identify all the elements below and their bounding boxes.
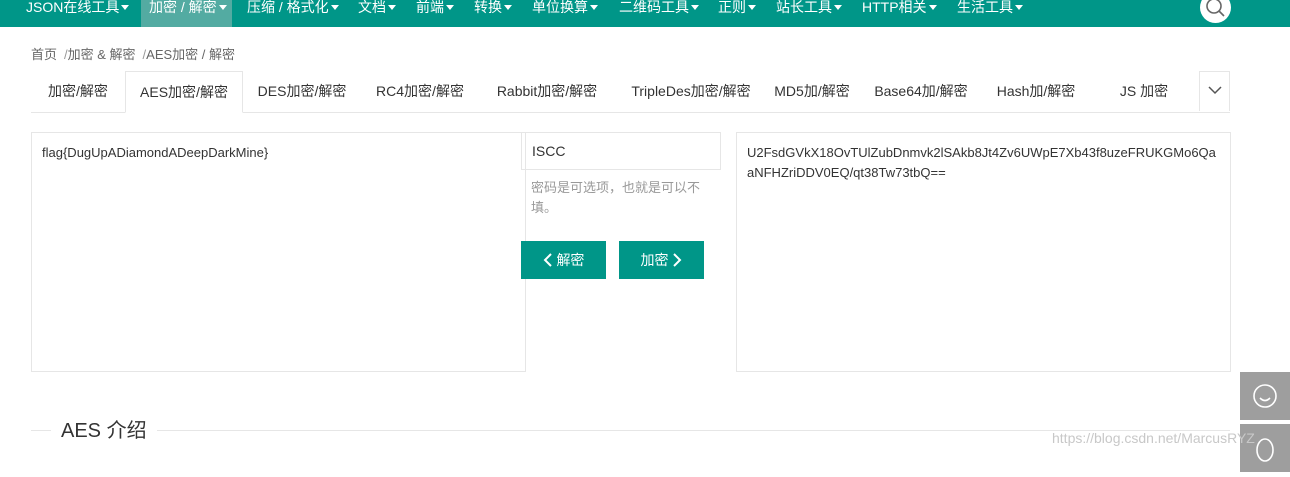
nav-label: JSON在线工具 bbox=[26, 0, 120, 15]
nav-item-compress-format[interactable]: 压缩 / 格式化 bbox=[239, 0, 344, 27]
caret-down-icon bbox=[928, 5, 937, 10]
nav-label: 二维码工具 bbox=[619, 0, 689, 15]
decrypt-button[interactable]: 解密 bbox=[521, 241, 606, 279]
tab-rc4[interactable]: RC4加密/解密 bbox=[361, 71, 479, 112]
feedback-button[interactable] bbox=[1240, 372, 1290, 420]
nav-item-life-tools[interactable]: 生活工具 bbox=[949, 0, 1029, 27]
nav-label: 转换 bbox=[474, 0, 502, 15]
nav-item-convert[interactable]: 转换 bbox=[466, 0, 518, 27]
nav-label: HTTP相关 bbox=[862, 0, 927, 15]
nav-item-encrypt-decrypt[interactable]: 加密 / 解密 bbox=[141, 0, 232, 27]
caret-down-icon bbox=[218, 5, 227, 10]
tool-tabs: 加密/解密 AES加密/解密 DES加密/解密 RC4加密/解密 Rabbit加… bbox=[31, 71, 1230, 113]
nav-item-unit-conversion[interactable]: 单位换算 bbox=[524, 0, 604, 27]
breadcrumb: 首页/加密 & 解密/AES加密 / 解密 bbox=[31, 44, 235, 63]
tab-base64[interactable]: Base64加/解密 bbox=[865, 71, 977, 112]
nav-label: 站长工具 bbox=[776, 0, 832, 15]
nav-label: 生活工具 bbox=[957, 0, 1013, 15]
caret-down-icon bbox=[834, 5, 842, 10]
nav-item-webmaster-tools[interactable]: 站长工具 bbox=[768, 0, 848, 27]
password-input[interactable]: ISCC bbox=[521, 132, 721, 170]
tab-rabbit[interactable]: Rabbit加密/解密 bbox=[479, 71, 615, 112]
aes-intro-section: AES 介绍 bbox=[31, 420, 1230, 442]
breadcrumb-encrypt-decrypt[interactable]: 加密 & 解密 bbox=[68, 47, 136, 62]
search-button[interactable] bbox=[1200, 0, 1231, 23]
tab-md5[interactable]: MD5加/解密 bbox=[767, 71, 857, 112]
chevron-right-icon bbox=[673, 253, 682, 267]
tab-aes[interactable]: AES加密/解密 bbox=[125, 71, 243, 113]
caret-down-icon bbox=[330, 5, 339, 10]
caret-down-icon bbox=[388, 5, 396, 10]
divider bbox=[31, 430, 1230, 431]
top-navigation-bar: JSON在线工具 加密 / 解密 压缩 / 格式化 文档 前端 转换 单位换算 … bbox=[0, 0, 1290, 27]
tab-encrypt-decrypt[interactable]: 加密/解密 bbox=[31, 71, 125, 112]
nav-label: 文档 bbox=[358, 0, 386, 15]
tab-hash[interactable]: Hash加/解密 bbox=[988, 71, 1084, 112]
caret-down-icon bbox=[446, 5, 454, 10]
search-icon bbox=[1206, 0, 1225, 17]
nav-label: 加密 / 解密 bbox=[149, 0, 217, 15]
nav-label: 前端 bbox=[416, 0, 444, 15]
caret-down-icon bbox=[1015, 5, 1023, 10]
encrypt-label: 加密 bbox=[640, 252, 669, 268]
nav-item-regex[interactable]: 正则 bbox=[710, 0, 762, 27]
nav-item-frontend[interactable]: 前端 bbox=[408, 0, 460, 27]
nav-label: 正则 bbox=[718, 0, 746, 15]
plaintext-textarea[interactable]: flag{DugUpADiamondADeepDarkMine} bbox=[31, 132, 526, 372]
caret-down-icon bbox=[590, 5, 598, 10]
chevron-left-icon bbox=[543, 253, 552, 267]
encrypt-button[interactable]: 加密 bbox=[619, 241, 704, 279]
tab-js-encrypt[interactable]: JS 加密 bbox=[1104, 71, 1184, 112]
tab-des[interactable]: DES加密/解密 bbox=[243, 71, 361, 112]
nav-label: 压缩 / 格式化 bbox=[247, 0, 329, 15]
caret-down-icon bbox=[504, 5, 512, 10]
nav-item-json-tools[interactable]: JSON在线工具 bbox=[18, 0, 134, 27]
caret-down-icon bbox=[748, 5, 756, 10]
nav-item-docs[interactable]: 文档 bbox=[350, 0, 402, 27]
chat-smile-icon bbox=[1253, 384, 1277, 408]
nav-item-qrcode-tools[interactable]: 二维码工具 bbox=[611, 0, 705, 27]
tabs-more-button[interactable] bbox=[1199, 71, 1230, 111]
caret-down-icon bbox=[691, 5, 699, 10]
section-title: AES 介绍 bbox=[51, 420, 157, 442]
watermark: https://blog.csdn.net/MarcusRYZ bbox=[1052, 430, 1255, 446]
decrypt-label: 解密 bbox=[556, 252, 585, 268]
breadcrumb-current: AES加密 / 解密 bbox=[146, 47, 236, 62]
caret-down-icon bbox=[121, 5, 130, 10]
tab-tripledes[interactable]: TripleDes加密/解密 bbox=[615, 71, 767, 112]
password-hint: 密码是可选项，也就是可以不填。 bbox=[531, 180, 701, 215]
nav-item-http[interactable]: HTTP相关 bbox=[854, 0, 948, 27]
ciphertext-textarea[interactable]: U2FsdGVkX18OvTUlZubDnmvk2lSAkb8Jt4Zv6UWp… bbox=[736, 132, 1231, 372]
chevron-down-icon bbox=[1208, 86, 1222, 95]
nav-label: 单位换算 bbox=[532, 0, 588, 15]
breadcrumb-home[interactable]: 首页 bbox=[31, 47, 57, 62]
